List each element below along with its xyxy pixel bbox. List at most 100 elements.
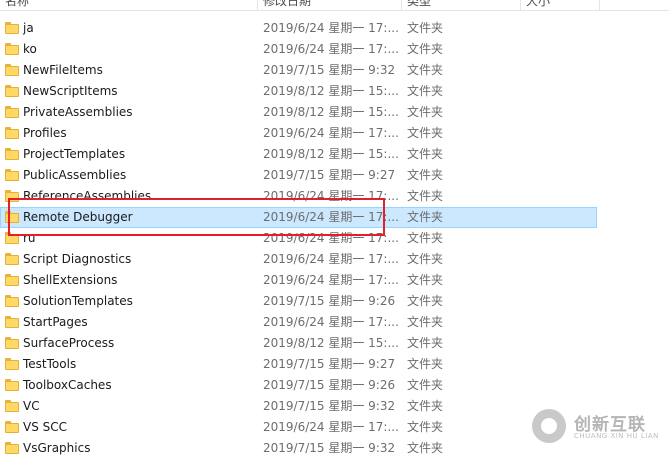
file-row[interactable]: NewScriptItems 2019/8/12 星期一 15:... 文件夹 [0, 81, 669, 102]
file-type: 文件夹 [407, 63, 444, 77]
file-type: 文件夹 [407, 147, 444, 161]
annotation-highlight-box [8, 198, 385, 236]
file-type: 文件夹 [407, 84, 444, 98]
folder-icon [5, 295, 19, 307]
folder-icon [5, 148, 19, 160]
file-date: 2019/7/15 星期一 9:27 [263, 357, 396, 371]
file-date: 2019/7/15 星期一 9:32 [263, 63, 396, 77]
file-name: PrivateAssemblies [23, 105, 133, 119]
file-row[interactable]: SolutionTemplates 2019/7/15 星期一 9:26 文件夹 [0, 291, 669, 312]
file-type: 文件夹 [407, 273, 444, 287]
file-row[interactable]: ToolboxCaches 2019/7/15 星期一 9:26 文件夹 [0, 375, 669, 396]
file-type: 文件夹 [407, 168, 444, 182]
watermark-logo: 创新互联 CHUANG XIN HU LIAN [520, 402, 669, 457]
column-divider[interactable] [257, 0, 258, 10]
file-name: Script Diagnostics [23, 252, 132, 266]
file-row[interactable]: ProjectTemplates 2019/8/12 星期一 15:... 文件夹 [0, 144, 669, 165]
folder-icon [5, 337, 19, 349]
folder-icon [5, 421, 19, 433]
folder-icon [5, 316, 19, 328]
file-row[interactable]: PublicAssemblies 2019/7/15 星期一 9:27 文件夹 [0, 165, 669, 186]
folder-icon [5, 400, 19, 412]
folder-icon [5, 64, 19, 76]
file-date: 2019/7/15 星期一 9:26 [263, 378, 396, 392]
file-type: 文件夹 [407, 231, 444, 245]
file-type: 文件夹 [407, 378, 444, 392]
column-header-type[interactable]: 类型 [407, 0, 507, 10]
folder-icon [5, 274, 19, 286]
file-name: NewScriptItems [23, 84, 118, 98]
column-header-name[interactable]: 名称 [5, 0, 245, 10]
file-date: 2019/7/15 星期一 9:32 [263, 399, 396, 413]
column-divider[interactable] [520, 0, 521, 10]
file-name: ProjectTemplates [23, 147, 126, 161]
file-row[interactable]: TestTools 2019/7/15 星期一 9:27 文件夹 [0, 354, 669, 375]
file-row[interactable]: ja 2019/6/24 星期一 17:... 文件夹 [0, 18, 669, 39]
file-name: NewFileItems [23, 63, 103, 77]
folder-icon [5, 106, 19, 118]
file-date: 2019/8/12 星期一 15:... [263, 336, 398, 350]
file-row[interactable]: ShellExtensions 2019/6/24 星期一 17:... 文件夹 [0, 270, 669, 291]
file-type: 文件夹 [407, 252, 444, 266]
file-list: ja 2019/6/24 星期一 17:... 文件夹 ko 2019/6/24 星期一… [0, 18, 669, 459]
file-row[interactable]: ko 2019/6/24 星期一 17:... 文件夹 [0, 39, 669, 60]
file-row[interactable]: PrivateAssemblies 2019/8/12 星期一 15:... 文件夹 [0, 102, 669, 123]
file-type: 文件夹 [407, 210, 444, 224]
file-row[interactable]: Profiles 2019/6/24 星期一 17:... 文件夹 [0, 123, 669, 144]
file-row[interactable]: SurfaceProcess 2019/8/12 星期一 15:... 文件夹 [0, 333, 669, 354]
column-header: 名称 修改日期 类型 大小 [0, 0, 669, 11]
file-type: 文件夹 [407, 441, 444, 455]
column-divider[interactable] [401, 0, 402, 10]
column-header-size[interactable]: 大小 [526, 0, 596, 10]
file-type: 文件夹 [407, 420, 444, 434]
file-type: 文件夹 [407, 105, 444, 119]
file-date: 2019/6/24 星期一 17:... [263, 42, 398, 56]
file-name: PublicAssemblies [23, 168, 127, 182]
file-name: ShellExtensions [23, 273, 118, 287]
column-divider[interactable] [599, 0, 600, 10]
file-type: 文件夹 [407, 336, 444, 350]
file-date: 2019/6/24 星期一 17:... [263, 315, 398, 329]
file-name: ToolboxCaches [23, 378, 112, 392]
file-name: VC [23, 399, 40, 413]
file-name: Profiles [23, 126, 67, 140]
file-type: 文件夹 [407, 294, 444, 308]
column-header-date[interactable]: 修改日期 [263, 0, 393, 10]
folder-icon [5, 127, 19, 139]
folder-icon [5, 379, 19, 391]
file-type: 文件夹 [407, 42, 444, 56]
file-name: ko [23, 42, 37, 56]
folder-icon [5, 85, 19, 97]
file-name: StartPages [23, 315, 88, 329]
file-date: 2019/6/24 星期一 17:... [263, 420, 398, 434]
file-name: TestTools [23, 357, 77, 371]
file-name: SurfaceProcess [23, 336, 115, 350]
file-date: 2019/6/24 星期一 17:... [263, 273, 398, 287]
folder-icon [5, 358, 19, 370]
file-date: 2019/7/15 星期一 9:26 [263, 294, 396, 308]
file-date: 2019/8/12 星期一 15:... [263, 105, 398, 119]
watermark-text-en: CHUANG XIN HU LIAN [574, 432, 659, 440]
file-name: VsGraphics [23, 441, 91, 455]
file-type: 文件夹 [407, 126, 444, 140]
file-row[interactable]: Script Diagnostics 2019/6/24 星期一 17:... 文件… [0, 249, 669, 270]
file-date: 2019/8/12 星期一 15:... [263, 84, 398, 98]
file-type: 文件夹 [407, 357, 444, 371]
file-date: 2019/6/24 星期一 17:... [263, 21, 398, 35]
file-date: 2019/7/15 星期一 9:27 [263, 168, 396, 182]
file-type: 文件夹 [407, 315, 444, 329]
file-date: 2019/7/15 星期一 9:32 [263, 441, 396, 455]
file-name: VS SCC [23, 420, 68, 434]
file-name: ja [23, 21, 34, 35]
folder-icon [5, 442, 19, 454]
folder-icon [5, 169, 19, 181]
file-type: 文件夹 [407, 21, 444, 35]
file-date: 2019/6/24 星期一 17:... [263, 126, 398, 140]
file-row[interactable]: NewFileItems 2019/7/15 星期一 9:32 文件夹 [0, 60, 669, 81]
file-row[interactable]: StartPages 2019/6/24 星期一 17:... 文件夹 [0, 312, 669, 333]
file-date: 2019/6/24 星期一 17:... [263, 252, 398, 266]
logo-mark-icon [532, 409, 566, 443]
folder-icon [5, 253, 19, 265]
file-name: SolutionTemplates [23, 294, 133, 308]
file-type: 文件夹 [407, 399, 444, 413]
